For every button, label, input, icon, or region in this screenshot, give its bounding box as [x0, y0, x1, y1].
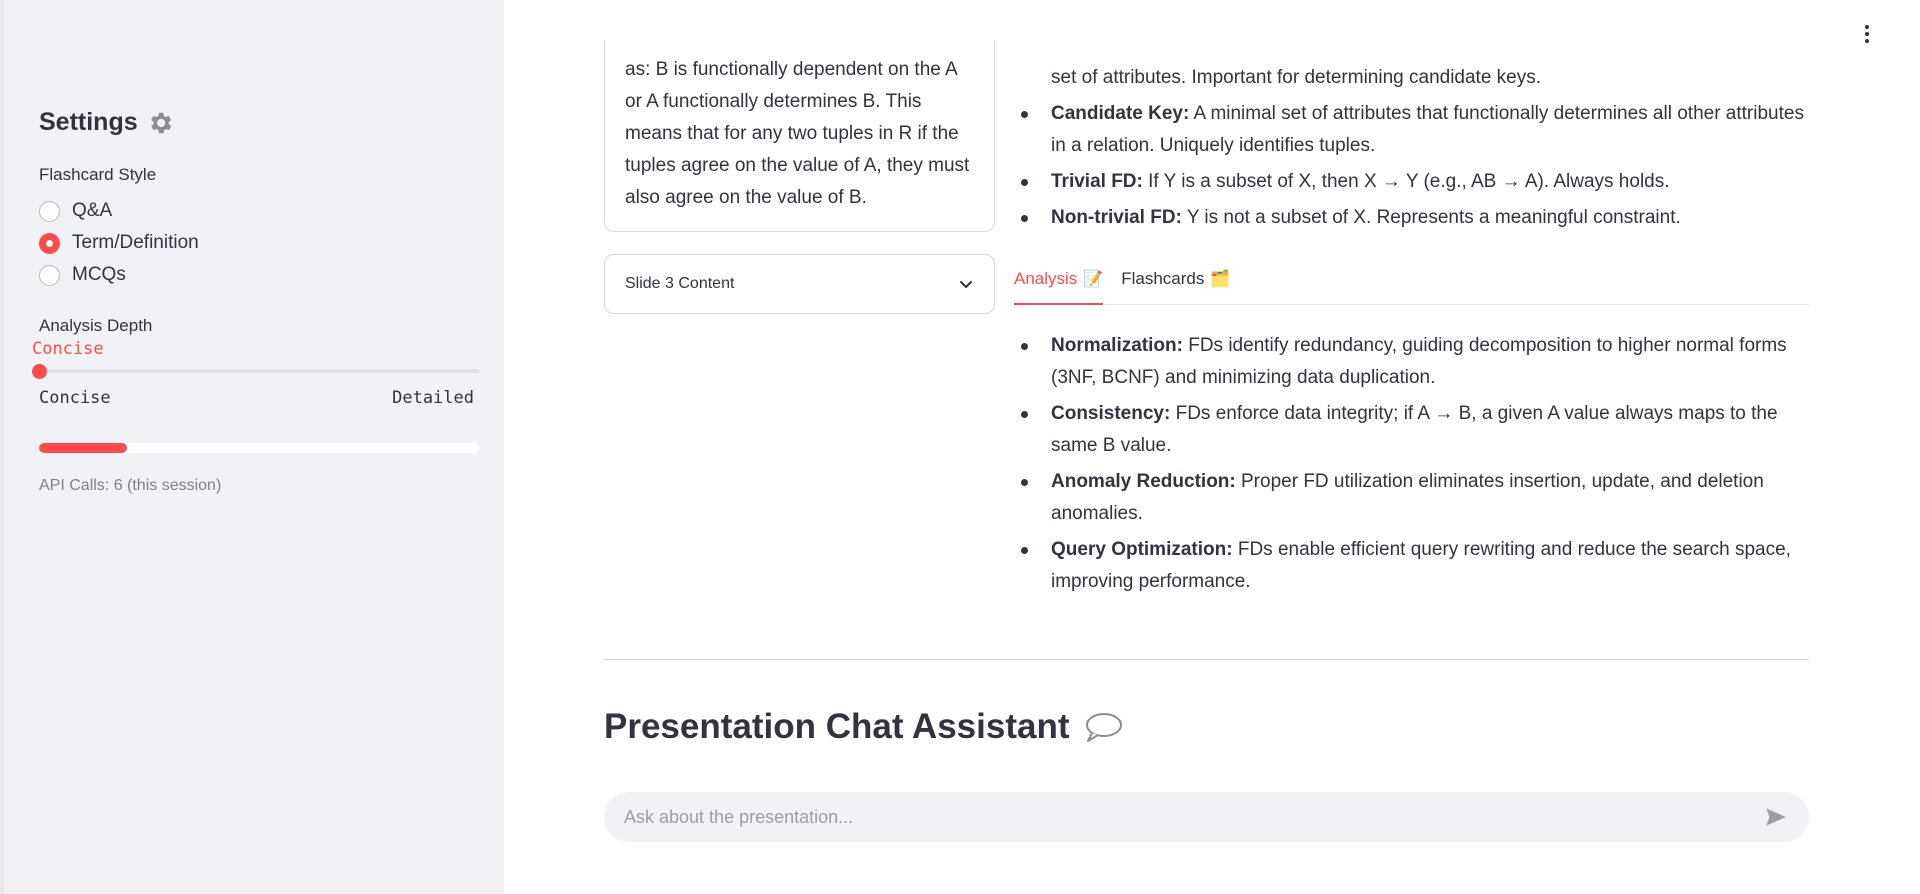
radio-qa[interactable]: Q&A: [39, 200, 112, 222]
tab-analysis[interactable]: Analysis 📝: [1014, 263, 1104, 305]
slide-card-line: as: B is functionally dependent on the A: [625, 59, 958, 80]
expander-label: Slide 3 Content: [625, 275, 735, 292]
list-item: Non-trivial FD: Y is not a subset of X. …: [1014, 202, 1809, 234]
tab-label: Analysis: [1014, 269, 1078, 288]
top-bullet-list: set of attributes. Important for determi…: [1014, 62, 1809, 238]
radio-button[interactable]: [39, 200, 60, 222]
radio-label: MCQs: [72, 264, 126, 285]
tab-flashcards[interactable]: Flashcards 🗂️: [1121, 263, 1230, 305]
api-calls-text: API Calls: 6 (this session): [39, 477, 222, 494]
slide-content-card: as: B is functionally dependent on the A…: [604, 40, 995, 232]
slide-card-text: as: B is functionally dependent on the A…: [625, 54, 985, 214]
flashcard-style-label: Flashcard Style: [39, 165, 157, 184]
radio-term-definition[interactable]: Term/Definition: [39, 232, 199, 254]
tab-bar: Analysis 📝 Flashcards 🗂️: [1014, 263, 1809, 305]
api-usage-progress-bar: [39, 443, 479, 453]
chat-input-container[interactable]: [604, 792, 1809, 842]
radio-button-selected[interactable]: [39, 232, 60, 254]
list-item: Query Optimization: FDs enable efficient…: [1014, 534, 1809, 598]
settings-heading: Settings: [39, 108, 174, 137]
section-divider: [604, 659, 1809, 660]
card-index-icon: 🗂️: [1210, 271, 1231, 288]
send-icon[interactable]: [1763, 804, 1789, 830]
dot: [1865, 25, 1869, 29]
chevron-down-icon: [960, 281, 972, 288]
settings-title: Settings: [39, 108, 138, 136]
analysis-depth-slider-track[interactable]: [39, 369, 479, 373]
list-item: Candidate Key: A minimal set of attribut…: [1014, 98, 1809, 162]
slide-card-line: also agree on the value of B.: [625, 187, 867, 208]
chat-heading: Presentation Chat Assistant: [604, 707, 1123, 747]
speech-bubble-icon: [1086, 713, 1123, 742]
slide-card-line: means that for any two tuples in R if th…: [625, 123, 959, 144]
list-item: Consistency: FDs enforce data integrity;…: [1014, 398, 1809, 462]
list-item: set of attributes. Important for determi…: [1051, 67, 1542, 88]
sidebar: Settings Flashcard Style Q&A Term/Defini…: [0, 0, 504, 894]
slide-card-line: tuples agree on the value of A, they mus…: [625, 155, 970, 176]
api-usage-progress-fill: [39, 443, 127, 453]
slide-card-line: or A functionally determines B. This: [625, 91, 922, 112]
chat-title: Presentation Chat Assistant: [604, 707, 1070, 746]
chat-input[interactable]: [624, 806, 1763, 828]
analysis-bullet-list: Normalization: FDs identify redundancy, …: [1014, 330, 1809, 602]
radio-mcqs[interactable]: MCQs: [39, 264, 126, 286]
radio-label: Q&A: [72, 200, 113, 221]
list-item: Trivial FD: If Y is a subset of X, then …: [1014, 166, 1809, 198]
slide-3-expander[interactable]: Slide 3 Content: [604, 254, 995, 314]
radio-button[interactable]: [39, 264, 60, 286]
tab-label: Flashcards: [1121, 269, 1205, 288]
list-item: Normalization: FDs identify redundancy, …: [1014, 330, 1809, 394]
analysis-depth-label: Analysis Depth: [39, 316, 153, 335]
dot: [1865, 32, 1869, 36]
list-item: Anomaly Reduction: Proper FD utilization…: [1014, 466, 1809, 530]
slider-current-value: Concise: [32, 339, 104, 359]
radio-label: Term/Definition: [72, 232, 199, 253]
slider-max-label: Detailed: [392, 388, 474, 408]
slider-min-label: Concise: [39, 388, 111, 408]
memo-icon: 📝: [1083, 271, 1104, 288]
gear-icon: [150, 112, 171, 133]
dot: [1865, 39, 1869, 43]
main-menu-button[interactable]: [1858, 22, 1876, 46]
analysis-depth-slider-thumb[interactable]: [32, 364, 47, 379]
